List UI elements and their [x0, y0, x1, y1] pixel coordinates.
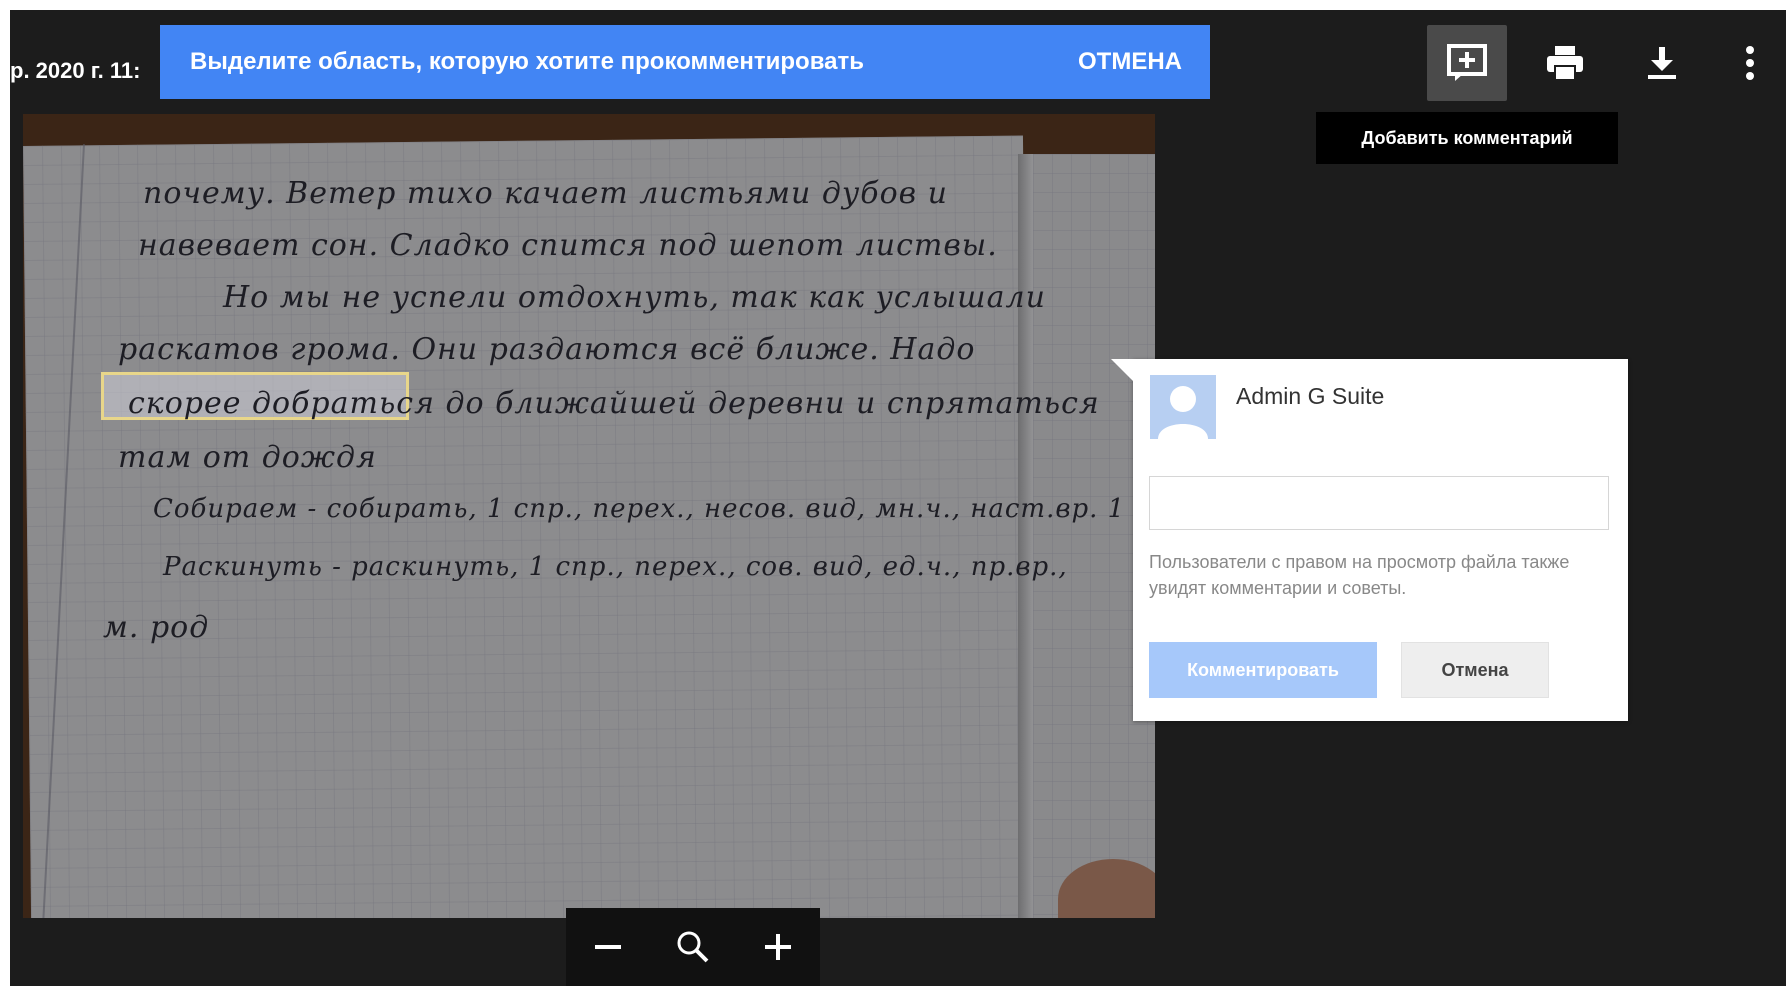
handwriting-line: раскатов грома. Они раздаются всё ближе.… [118, 332, 976, 367]
document-viewer: р. 2020 г. 11: Выделите область, которую… [10, 10, 1786, 986]
zoom-controls [566, 908, 820, 986]
visibility-note: Пользователи с правом на просмотр файла … [1149, 552, 1570, 598]
comment-author: Admin G Suite [1236, 383, 1385, 409]
add-comment-tooltip: Добавить комментарий [1316, 112, 1618, 164]
handwriting-line: почему. Ветер тихо качает листьями дубов… [143, 176, 948, 211]
comment-input[interactable] [1149, 476, 1609, 530]
download-icon [1648, 47, 1676, 79]
zoom-reset-button[interactable] [663, 917, 723, 977]
zoom-in-button[interactable] [748, 917, 808, 977]
banner-cancel-button[interactable]: ОТМЕНА [1078, 48, 1182, 76]
user-avatar-icon [1158, 386, 1208, 439]
zoom-out-icon [595, 945, 622, 949]
add-comment-icon [1447, 44, 1487, 81]
document-title: р. 2020 г. 11: [10, 58, 141, 83]
handwriting-line: Собираем - собирать, 1 спр., перех., нес… [153, 494, 1155, 524]
handwriting-line: там от дождя [118, 440, 377, 475]
more-vert-icon [1746, 46, 1754, 80]
zoom-out-button[interactable] [578, 917, 638, 977]
comment-mode-banner: Выделите область, которую хотите прокомм… [160, 25, 1210, 99]
download-button[interactable] [1622, 25, 1702, 101]
cancel-comment-button[interactable]: Отмена [1401, 642, 1549, 698]
more-options-button[interactable] [1730, 25, 1770, 101]
zoom-search-icon [677, 931, 709, 963]
handwriting-line: Раскинуть - раскинуть, 1 спр., перех., с… [163, 552, 1068, 582]
zoom-in-icon [764, 934, 791, 960]
banner-message: Выделите область, которую хотите прокомм… [190, 48, 864, 75]
handwriting-line: скорее добраться до ближайшей деревни и … [128, 386, 1100, 421]
handwriting-line: Но мы не успели отдохнуть, так как услыш… [223, 280, 1046, 315]
handwriting-line: м. род [103, 610, 210, 645]
handwriting-line: навевает сон. Сладко спится под шепот ли… [138, 228, 998, 263]
popup-arrow [1111, 359, 1133, 381]
print-button[interactable] [1525, 25, 1605, 101]
document-page-image[interactable]: почему. Ветер тихо качает листьями дубов… [23, 114, 1155, 918]
submit-comment-button[interactable]: Комментировать [1149, 642, 1377, 698]
add-comment-button[interactable] [1427, 25, 1507, 101]
avatar [1150, 375, 1216, 439]
comment-popup: Admin G Suite Пользователи с правом на п… [1111, 359, 1628, 721]
print-icon [1547, 46, 1583, 81]
